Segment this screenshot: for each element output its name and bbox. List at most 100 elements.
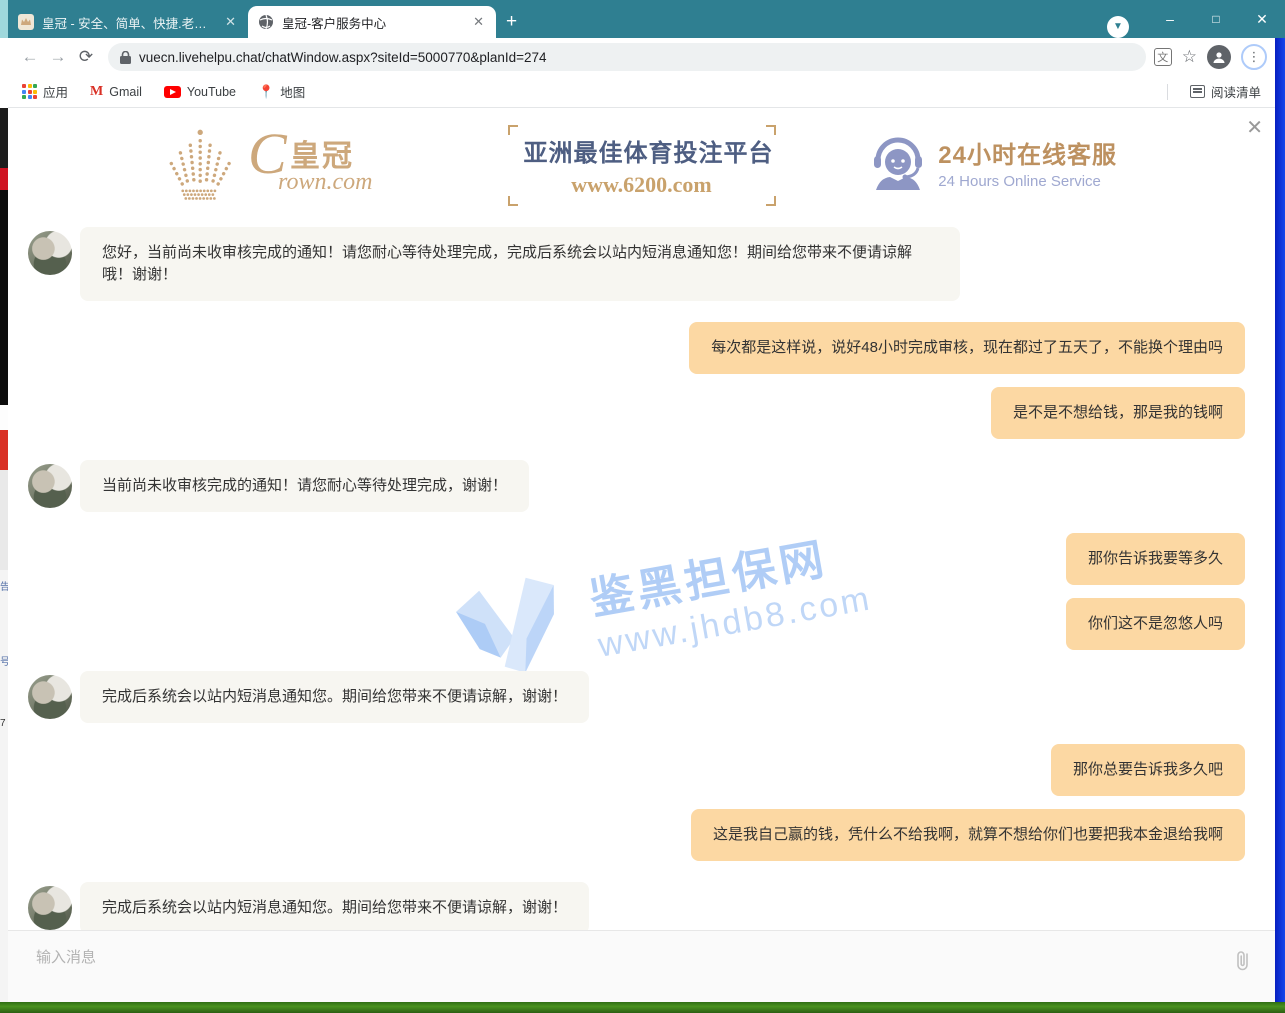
background-sliver-red2 bbox=[0, 430, 8, 470]
message-row: 是不是不想给钱，那是我的钱啊 bbox=[28, 387, 1245, 439]
background-sliver-gray bbox=[0, 470, 8, 570]
message-row: 每次都是这样说，说好48小时完成审核，现在都过了五天了，不能换个理由吗 bbox=[28, 322, 1245, 374]
background-sliver-dark bbox=[0, 108, 8, 168]
chat-page: ✕ C 皇冠 ro bbox=[8, 109, 1275, 1002]
bookmark-label: Gmail bbox=[109, 85, 142, 99]
chat-area: 鉴黑担保网 www.jhdb8.com 您好，当前尚未收审核完成的通知！请您耐心… bbox=[8, 213, 1275, 930]
reading-list-label: 阅读清单 bbox=[1211, 82, 1261, 101]
service-title: 24小时在线客服 bbox=[938, 135, 1117, 170]
window-close-button[interactable]: ✕ bbox=[1239, 11, 1285, 28]
window-controls: – □ ✕ bbox=[1147, 0, 1285, 38]
composer-bar bbox=[8, 930, 1275, 1002]
message-bubble: 您好，当前尚未收审核完成的通知！请您耐心等待处理完成，完成后系统会以站内短消息通… bbox=[80, 227, 960, 301]
tab-title: 皇冠 - 安全、简单、快捷.老品牌 bbox=[42, 13, 215, 32]
message-bubble: 这是我自己赢的钱，凭什么不给我啊，就算不想给你们也要把我本金退给我啊 bbox=[691, 809, 1245, 861]
crown-favicon bbox=[18, 14, 34, 30]
chat-header: C 皇冠 rown.com 亚洲最佳体育投注平台 www.6200.com bbox=[8, 117, 1275, 209]
background-titlebar-sliver bbox=[0, 0, 8, 38]
address-bar[interactable]: vuecn.livehelpu.chat/chatWindow.aspx?sit… bbox=[108, 43, 1146, 71]
bookmark-label: 地图 bbox=[280, 82, 305, 101]
bookmark-label: 应用 bbox=[43, 82, 68, 101]
new-tab-button[interactable]: + bbox=[506, 11, 517, 33]
crown-logo: C 皇冠 rown.com bbox=[160, 127, 418, 203]
bookmark-label: YouTube bbox=[187, 85, 236, 99]
background-sliver-glyph: 告 bbox=[0, 578, 8, 593]
agent-avatar bbox=[28, 231, 72, 275]
globe-favicon bbox=[258, 14, 274, 30]
reading-list-icon bbox=[1190, 85, 1205, 98]
message-row: 您好，当前尚未收审核完成的通知！请您耐心等待处理完成，完成后系统会以站内短消息通… bbox=[28, 227, 1245, 301]
slogan-text: 亚洲最佳体育投注平台 bbox=[524, 133, 760, 168]
url-text: vuecn.livehelpu.chat/chatWindow.aspx?sit… bbox=[139, 50, 547, 65]
background-sliver-white bbox=[0, 405, 8, 430]
tab-title: 皇冠-客户服务中心 bbox=[282, 13, 463, 32]
update-arrow-icon: ▼ bbox=[1113, 22, 1123, 32]
bookmarks-divider bbox=[1167, 84, 1168, 100]
message-bubble: 你们这不是忽悠人吗 bbox=[1066, 598, 1245, 650]
desktop-background-grass bbox=[0, 1002, 1285, 1013]
browser-titlebar: 皇冠 - 安全、简单、快捷.老品牌 ✕ 皇冠-客户服务中心 ✕ + ▼ – □ … bbox=[0, 0, 1285, 38]
message-row: 完成后系统会以站内短消息通知您。期间给您带来不便请谅解，谢谢！ bbox=[28, 882, 1245, 930]
tab-crown-home[interactable]: 皇冠 - 安全、简单、快捷.老品牌 ✕ bbox=[8, 6, 248, 38]
agent-avatar bbox=[28, 675, 72, 719]
slogan-url: www.6200.com bbox=[524, 172, 760, 198]
lock-icon bbox=[120, 51, 131, 64]
youtube-icon bbox=[164, 86, 181, 98]
slogan-banner: 亚洲最佳体育投注平台 www.6200.com bbox=[508, 125, 776, 206]
message-row: 这是我自己赢的钱，凭什么不给我啊，就算不想给你们也要把我本金退给我啊 bbox=[28, 809, 1245, 861]
background-window-sliver: 告 号 7 bbox=[0, 108, 8, 1002]
message-row: 你们这不是忽悠人吗 bbox=[28, 598, 1245, 650]
tab-customer-service[interactable]: 皇冠-客户服务中心 ✕ bbox=[248, 6, 496, 38]
browser-update-badge[interactable]: ▼ bbox=[1107, 16, 1129, 38]
logo-domain: rown.com bbox=[278, 169, 372, 196]
chat-close-icon[interactable]: ✕ bbox=[1246, 115, 1263, 140]
message-bubble: 那你总要告诉我多久吧 bbox=[1051, 744, 1245, 796]
minimize-button[interactable]: – bbox=[1147, 11, 1193, 27]
crown-logo-text: C 皇冠 rown.com bbox=[248, 129, 418, 201]
attachment-icon[interactable] bbox=[1233, 949, 1253, 973]
apps-grid-icon bbox=[22, 84, 37, 99]
bookmark-youtube[interactable]: YouTube bbox=[164, 85, 236, 99]
background-sliver-glyph: 号 bbox=[0, 653, 8, 668]
reload-icon[interactable]: ⟳ bbox=[72, 43, 100, 71]
bookmarks-bar: 应用 M Gmail YouTube 📍 地图 阅读清单 bbox=[8, 76, 1275, 108]
background-sliver-black bbox=[0, 190, 8, 405]
background-sliver-red bbox=[0, 168, 8, 190]
bookmark-apps[interactable]: 应用 bbox=[22, 82, 68, 101]
agent-avatar bbox=[28, 886, 72, 930]
translate-icon[interactable]: 文 bbox=[1154, 48, 1172, 66]
message-bubble: 完成后系统会以站内短消息通知您。期间给您带来不便请谅解，谢谢！ bbox=[80, 882, 589, 930]
bookmark-star-icon[interactable]: ☆ bbox=[1182, 47, 1197, 67]
message-bubble: 当前尚未收审核完成的通知！请您耐心等待处理完成，谢谢！ bbox=[80, 460, 529, 512]
tab-close-icon[interactable]: ✕ bbox=[223, 14, 238, 30]
browser-menu-icon[interactable]: ⋮ bbox=[1241, 44, 1267, 70]
maps-pin-icon: 📍 bbox=[258, 84, 274, 100]
toolbar-right-icons: 文 ☆ ⋮ bbox=[1154, 44, 1267, 70]
message-bubble: 每次都是这样说，说好48小时完成审核，现在都过了五天了，不能换个理由吗 bbox=[689, 322, 1245, 374]
message-row: 那你告诉我要等多久 bbox=[28, 533, 1245, 585]
message-bubble: 完成后系统会以站内短消息通知您。期间给您带来不便请谅解，谢谢！ bbox=[80, 671, 589, 723]
service-subtitle: 24 Hours Online Service bbox=[938, 173, 1117, 190]
message-bubble: 是不是不想给钱，那是我的钱啊 bbox=[991, 387, 1245, 439]
back-icon[interactable]: ← bbox=[16, 43, 44, 71]
service-text: 24小时在线客服 24 Hours Online Service bbox=[938, 135, 1117, 190]
crown-dots-icon bbox=[160, 127, 248, 203]
bookmark-gmail[interactable]: M Gmail bbox=[90, 84, 142, 100]
bookmark-maps[interactable]: 📍 地图 bbox=[258, 82, 305, 101]
message-row: 那你总要告诉我多久吧 bbox=[28, 744, 1245, 796]
desktop-background-right-strip bbox=[1275, 38, 1285, 1013]
service-badge: 24小时在线客服 24 Hours Online Service bbox=[872, 135, 1117, 190]
person-icon bbox=[1212, 50, 1226, 64]
background-sliver-glyph: 7 bbox=[0, 718, 6, 729]
message-list: 您好，当前尚未收审核完成的通知！请您耐心等待处理完成，完成后系统会以站内短消息通… bbox=[28, 227, 1245, 930]
tab-strip: 皇冠 - 安全、简单、快捷.老品牌 ✕ 皇冠-客户服务中心 ✕ + bbox=[8, 6, 517, 38]
reading-list-button[interactable]: 阅读清单 bbox=[1190, 82, 1261, 101]
forward-icon[interactable]: → bbox=[44, 43, 72, 71]
agent-avatar bbox=[28, 464, 72, 508]
tab-close-icon[interactable]: ✕ bbox=[471, 14, 486, 30]
message-input[interactable] bbox=[36, 949, 1215, 966]
maximize-button[interactable]: □ bbox=[1193, 12, 1239, 26]
message-bubble: 那你告诉我要等多久 bbox=[1066, 533, 1245, 585]
profile-avatar-icon[interactable] bbox=[1207, 45, 1231, 69]
message-row: 完成后系统会以站内短消息通知您。期间给您带来不便请谅解，谢谢！ bbox=[28, 671, 1245, 723]
